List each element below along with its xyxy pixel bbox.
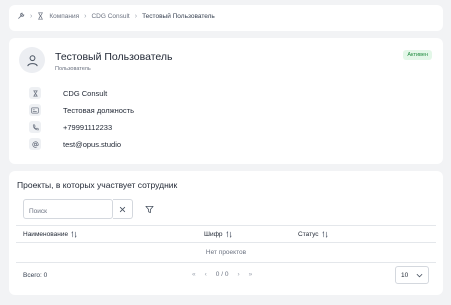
email-icon	[29, 138, 41, 150]
phone-value: +79991112233	[63, 122, 113, 132]
filter-button[interactable]	[143, 203, 155, 215]
search-input[interactable]	[24, 202, 112, 221]
chevron-down-icon	[416, 273, 423, 277]
id-card-icon	[29, 104, 41, 116]
next-page-icon[interactable]: ›	[237, 271, 239, 278]
info-row-email: test@opus.studio	[29, 138, 121, 150]
user-name: Тестовый Пользователь	[55, 51, 173, 63]
page-size-select[interactable]: 10	[395, 266, 429, 284]
clear-search-button[interactable]	[113, 199, 133, 219]
first-page-icon[interactable]: «	[192, 271, 196, 278]
pagination: « ‹ 0 / 0 › »	[192, 271, 252, 278]
chevron-right-icon: ›	[134, 12, 138, 20]
breadcrumb-item-company[interactable]: Компания	[49, 13, 79, 20]
info-row-phone: +79991112233	[29, 121, 112, 133]
column-header-label: Статус	[298, 231, 319, 238]
search-box	[23, 199, 113, 221]
column-header-status[interactable]: Статус	[298, 231, 328, 238]
column-header-label: Шифр	[204, 231, 223, 238]
column-header-name[interactable]: Наименование	[23, 231, 77, 238]
company-value: CDG Consult	[63, 88, 108, 98]
info-row-position: Тестовая должность	[29, 104, 134, 116]
filter-icon	[144, 205, 154, 213]
info-row-company: CDG Consult	[29, 87, 107, 99]
wrench-icon[interactable]	[17, 12, 25, 20]
projects-title: Проекты, в которых участвует сотрудник	[17, 180, 178, 190]
empty-state: Нет проектов	[16, 243, 436, 263]
hourglass-icon	[37, 12, 44, 20]
chevron-right-icon: ›	[30, 12, 33, 20]
status-badge: Активен	[403, 50, 432, 60]
sort-icon	[71, 231, 77, 238]
page-info: 0 / 0	[215, 271, 229, 278]
avatar	[19, 47, 45, 73]
breadcrumb-bar: › Компания › CDG Consult › Тестовый Поль…	[9, 5, 443, 31]
projects-card: Проекты, в которых участвует сотрудник Н…	[9, 171, 443, 295]
user-icon	[26, 54, 38, 66]
breadcrumb-item-organization[interactable]: CDG Consult	[91, 13, 129, 20]
column-header-code[interactable]: Шифр	[204, 231, 232, 238]
total-count: Всего: 0	[23, 272, 48, 279]
profile-card: Тестовый Пользователь Пользователь Актив…	[9, 38, 443, 164]
close-icon	[119, 206, 126, 212]
user-role: Пользователь	[55, 66, 91, 72]
breadcrumb-item-current: Тестовый Пользователь	[142, 12, 215, 20]
breadcrumb: › Компания › CDG Consult › Тестовый Поль…	[17, 12, 215, 20]
sort-icon	[225, 231, 232, 238]
phone-icon	[29, 121, 41, 133]
table-header: Наименование Шифр Статус	[16, 225, 436, 243]
last-page-icon[interactable]: »	[249, 271, 253, 278]
sort-icon	[321, 231, 328, 238]
page-size-value: 10	[401, 271, 409, 279]
building-icon	[29, 87, 41, 99]
column-header-label: Наименование	[23, 231, 69, 238]
position-value: Тестовая должность	[63, 105, 135, 115]
prev-page-icon[interactable]: ‹	[205, 271, 207, 278]
email-value[interactable]: test@opus.studio	[63, 140, 121, 149]
chevron-right-icon: ›	[84, 12, 87, 20]
